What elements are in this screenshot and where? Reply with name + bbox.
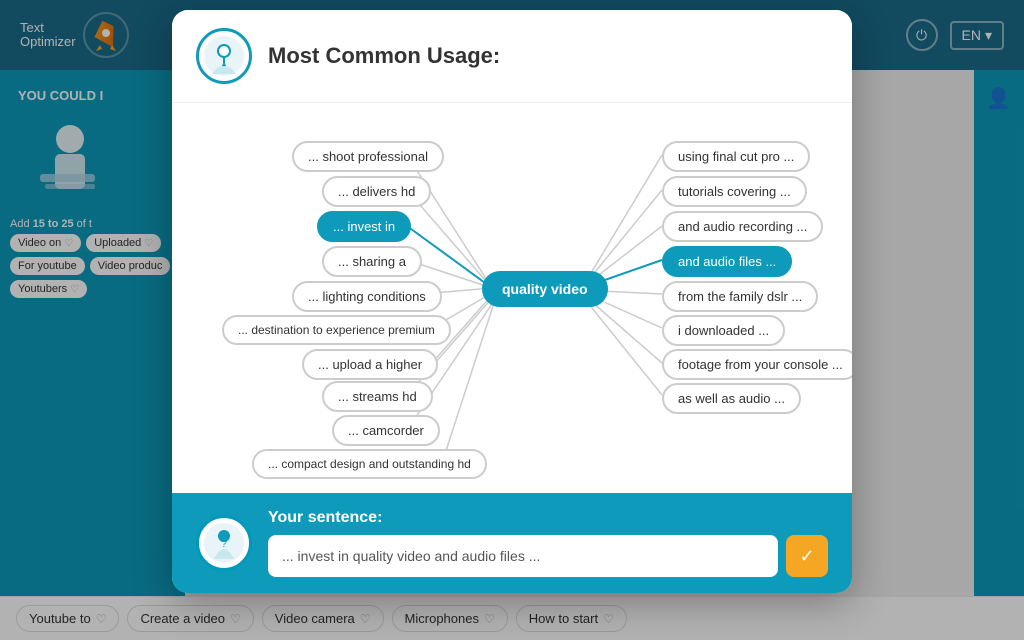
node-lighting[interactable]: ... lighting conditions	[292, 281, 442, 312]
node-audio-recording[interactable]: and audio recording ...	[662, 211, 823, 242]
node-footage[interactable]: footage from your console ...	[662, 349, 852, 380]
node-family-dslr[interactable]: from the family dslr ...	[662, 281, 818, 312]
mind-map: quality video ... shoot professional ...…	[202, 123, 822, 473]
svg-text:?: ?	[221, 539, 227, 550]
avatar-icon	[202, 34, 246, 78]
node-downloaded[interactable]: i downloaded ...	[662, 315, 785, 346]
footer-avatar-icon: ?	[202, 521, 246, 565]
node-finalcut[interactable]: using final cut pro ...	[662, 141, 810, 172]
node-shoot[interactable]: ... shoot professional	[292, 141, 444, 172]
checkmark-icon: ✓	[799, 546, 814, 567]
node-invest[interactable]: ... invest in	[317, 211, 411, 242]
node-audio-files[interactable]: and audio files ...	[662, 246, 792, 277]
node-tutorials[interactable]: tutorials covering ...	[662, 176, 807, 207]
modal-overlay: Most Common Usage:	[0, 0, 1024, 640]
modal-title: Most Common Usage:	[268, 43, 500, 69]
sentence-input[interactable]	[268, 535, 778, 577]
modal-body: quality video ... shoot professional ...…	[172, 103, 852, 493]
node-compact[interactable]: ... compact design and outstanding hd	[252, 449, 487, 479]
node-camcorder[interactable]: ... camcorder	[332, 415, 440, 446]
node-destination[interactable]: ... destination to experience premium	[222, 315, 451, 345]
modal-header: Most Common Usage:	[172, 10, 852, 103]
node-aswell[interactable]: as well as audio ...	[662, 383, 801, 414]
modal: Most Common Usage:	[172, 10, 852, 593]
node-delivers[interactable]: ... delivers hd	[322, 176, 431, 207]
modal-footer: ? Your sentence: ✓	[172, 493, 852, 593]
modal-avatar	[196, 28, 252, 84]
footer-input-row: ✓	[268, 535, 828, 577]
footer-sentence-label: Your sentence:	[268, 509, 828, 527]
node-upload[interactable]: ... upload a higher	[302, 349, 438, 380]
center-node[interactable]: quality video	[482, 271, 608, 307]
node-streams[interactable]: ... streams hd	[322, 381, 433, 412]
node-sharing[interactable]: ... sharing a	[322, 246, 422, 277]
footer-avatar: ?	[196, 515, 252, 571]
submit-button[interactable]: ✓	[786, 535, 828, 577]
footer-content: Your sentence: ✓	[268, 509, 828, 577]
